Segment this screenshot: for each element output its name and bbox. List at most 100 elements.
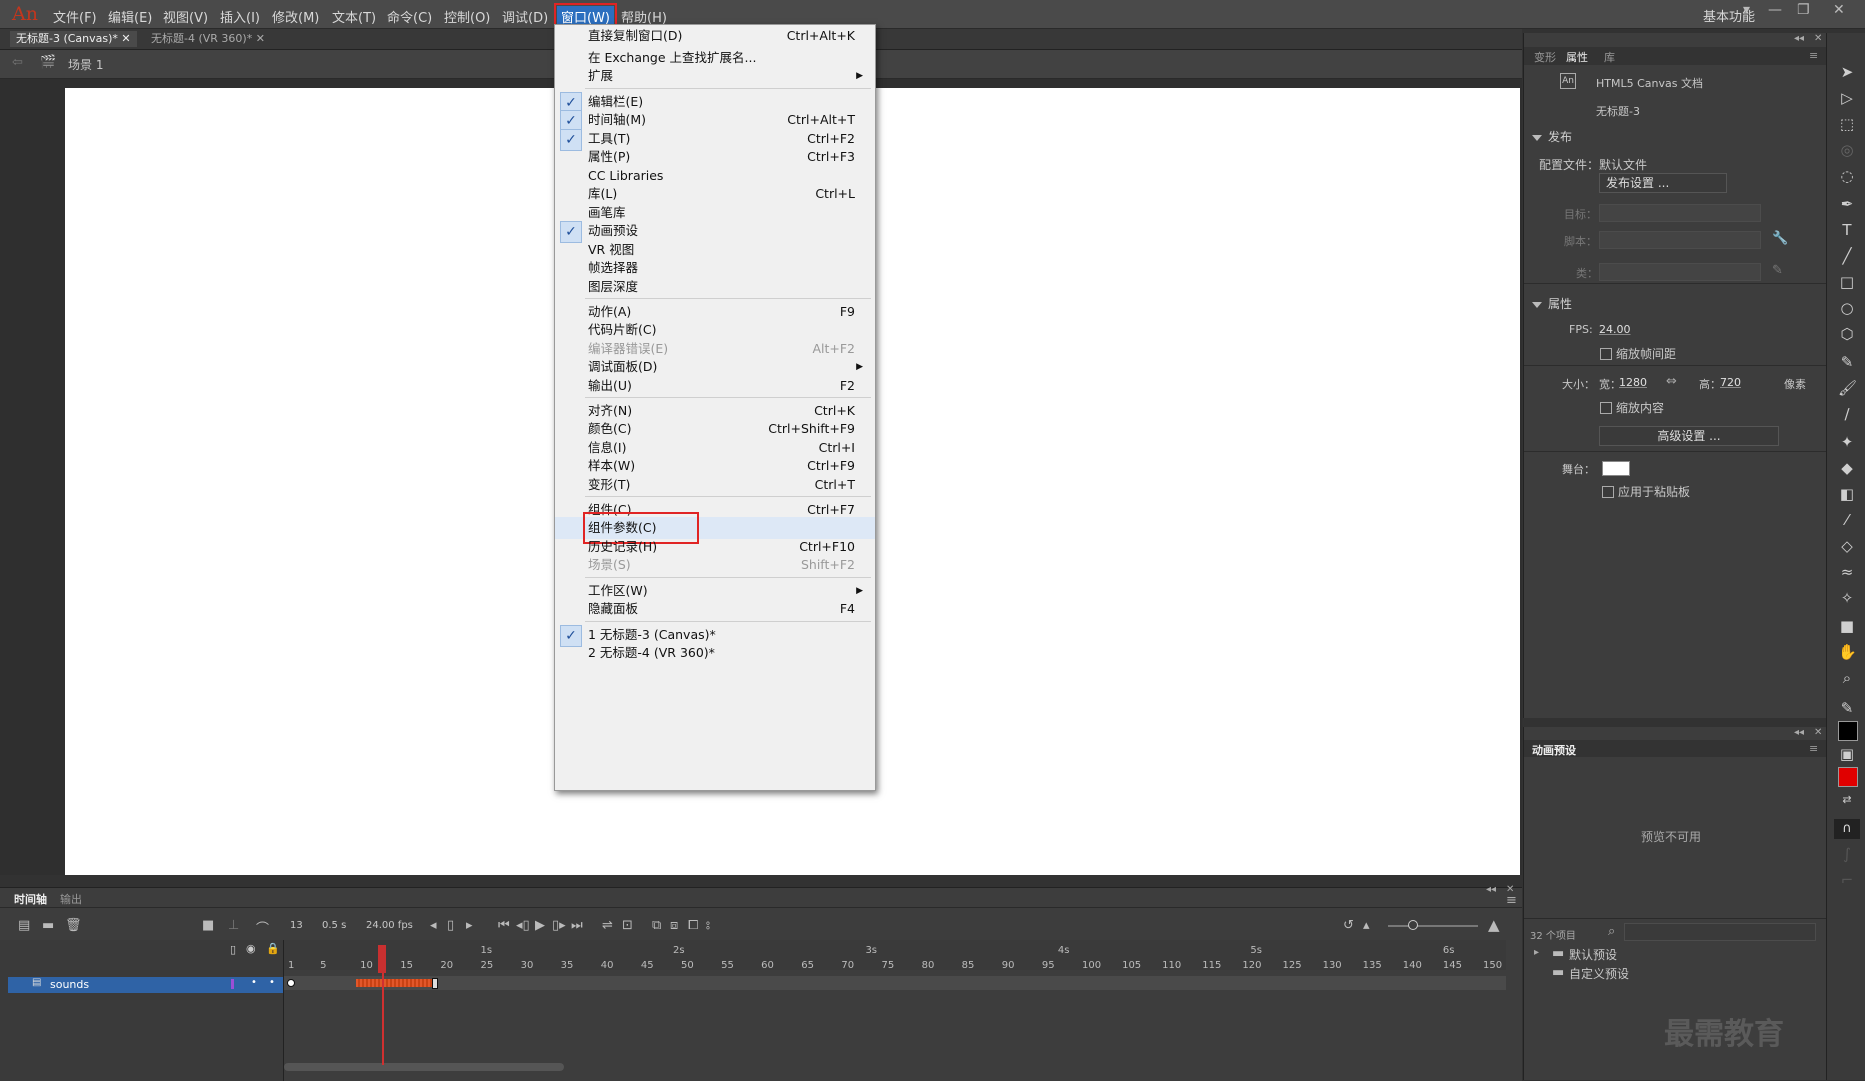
pasteboard-checkbox[interactable] bbox=[1602, 486, 1614, 498]
subselection-tool-icon[interactable]: ▷ bbox=[1838, 89, 1856, 107]
menu-file[interactable]: 文件(F) bbox=[49, 6, 101, 27]
scale-spans-checkbox[interactable] bbox=[1600, 348, 1612, 360]
last-frame-icon[interactable]: ⏭ bbox=[571, 918, 583, 933]
horizontal-scrollbar[interactable] bbox=[284, 1063, 564, 1071]
window-menu-item[interactable]: 输出(U) F2 bbox=[555, 375, 875, 397]
window-menu-item[interactable]: 2 无标题-4 (VR 360)* bbox=[555, 642, 875, 664]
graph-icon[interactable]: ⌒ bbox=[256, 918, 269, 937]
smooth-icon[interactable]: ∫ bbox=[1838, 845, 1856, 863]
collapse-icon[interactable]: ◂◂ bbox=[1794, 33, 1804, 44]
first-frame-icon[interactable]: ⏮ bbox=[498, 918, 510, 933]
window-menu-item[interactable]: 图层深度 bbox=[555, 276, 875, 298]
straighten-icon[interactable]: ⌐ bbox=[1838, 871, 1856, 889]
fps-value[interactable]: 24.00 bbox=[1599, 323, 1631, 336]
advanced-settings-button[interactable]: 高级设置 ... bbox=[1599, 426, 1779, 446]
width-tool-icon[interactable]: ≈ bbox=[1838, 563, 1856, 581]
onion-skin-icon[interactable]: ⧉ bbox=[652, 918, 661, 933]
zoom-slider[interactable] bbox=[1388, 925, 1478, 927]
reset-icon[interactable]: ↺ bbox=[1343, 918, 1354, 933]
menu-control[interactable]: 控制(O) bbox=[440, 6, 494, 27]
delete-icon[interactable]: 🗑 bbox=[65, 918, 82, 933]
camera-icon[interactable]: ■ bbox=[1838, 617, 1856, 635]
layer-row[interactable]: ▤ sounds • • bbox=[8, 977, 283, 993]
restore-icon[interactable]: ❐ bbox=[1797, 2, 1810, 18]
script-select[interactable] bbox=[1599, 231, 1761, 249]
menu-insert[interactable]: 插入(I) bbox=[216, 6, 264, 27]
menu-view[interactable]: 视图(V) bbox=[159, 6, 212, 27]
visibility-dot-icon[interactable]: • bbox=[251, 977, 257, 988]
lock-icon[interactable]: 🔒 bbox=[266, 942, 280, 955]
brush-tool-icon[interactable]: 🖌 bbox=[1838, 379, 1857, 397]
tab-doc-canvas[interactable]: 无标题-3 (Canvas)* ✕ bbox=[10, 31, 137, 47]
edit-multiple-icon[interactable]: ⧠ bbox=[688, 918, 698, 933]
hand-tool-icon[interactable]: ✋ bbox=[1838, 643, 1857, 661]
panel-menu-icon[interactable]: ≡ bbox=[1809, 49, 1818, 62]
eye-icon[interactable]: ◉ bbox=[246, 942, 256, 955]
oval-tool-icon[interactable]: ○ bbox=[1838, 299, 1856, 317]
properties-section[interactable]: 属性 bbox=[1524, 295, 1826, 315]
wrench-icon[interactable]: 🔧 bbox=[1772, 231, 1788, 246]
step-forward-icon[interactable]: ▯▸ bbox=[552, 918, 566, 933]
scene-label[interactable]: 场景 1 bbox=[68, 56, 103, 73]
close-icon[interactable]: ✕ bbox=[1814, 727, 1822, 738]
zoom-tool-icon[interactable]: ⌕ bbox=[1838, 669, 1856, 687]
tab-properties[interactable]: 属性 bbox=[1566, 49, 1588, 65]
menu-commands[interactable]: 命令(C) bbox=[383, 6, 436, 27]
tab-transform[interactable]: 变形 bbox=[1534, 49, 1556, 65]
ink-bottle-icon[interactable]: ◧ bbox=[1838, 485, 1856, 503]
frame-rate[interactable]: 24.00 fps bbox=[366, 920, 413, 931]
window-menu-item[interactable]: 变形(T) Ctrl+T bbox=[555, 474, 875, 496]
tab-library[interactable]: 库 bbox=[1604, 49, 1615, 65]
new-folder-icon[interactable]: ▬ bbox=[42, 918, 54, 933]
tab-timeline[interactable]: 时间轴 bbox=[14, 891, 47, 907]
fill-color-swatch[interactable] bbox=[1838, 767, 1858, 787]
close-icon[interactable]: ✕ bbox=[1814, 33, 1822, 44]
collapse-icon[interactable]: ◂◂ bbox=[1794, 727, 1804, 738]
line-tool-icon[interactable]: ╱ bbox=[1838, 247, 1856, 265]
swap-colors-icon[interactable]: ⇄ bbox=[1838, 791, 1856, 809]
close-icon[interactable]: ✕ bbox=[1833, 2, 1845, 18]
current-frame[interactable]: 13 bbox=[290, 920, 303, 931]
tab-doc-vr360[interactable]: 无标题-4 (VR 360)* ✕ bbox=[145, 31, 271, 47]
next-keyframe-icon[interactable]: ▸ bbox=[466, 918, 473, 933]
selection-tool-icon[interactable]: ➤ bbox=[1838, 63, 1856, 81]
panel-menu-icon[interactable]: ≡ bbox=[1809, 742, 1818, 755]
paint-brush-icon[interactable]: ∕ bbox=[1838, 405, 1856, 423]
frame-track[interactable] bbox=[284, 976, 1506, 990]
prev-keyframe-icon[interactable]: ◂ bbox=[430, 918, 437, 933]
lock-dot-icon[interactable]: • bbox=[269, 977, 275, 988]
onion-outline-icon[interactable]: ⧈ bbox=[670, 918, 678, 933]
step-back-icon[interactable]: ◂▯ bbox=[516, 918, 530, 933]
menu-text[interactable]: 文本(T) bbox=[328, 6, 380, 27]
zoom-out-icon[interactable]: ▴ bbox=[1363, 918, 1370, 933]
window-menu-item[interactable]: 场景(S) Shift+F2 bbox=[555, 554, 875, 576]
pencil-tool-icon[interactable]: ✎ bbox=[1838, 353, 1856, 371]
stage-color-swatch[interactable] bbox=[1602, 461, 1630, 476]
folder-custom-presets[interactable]: 自定义预设 bbox=[1569, 965, 1629, 982]
width-value[interactable]: 1280 bbox=[1619, 376, 1647, 389]
free-transform-icon[interactable]: ⬚ bbox=[1838, 115, 1856, 133]
search-input[interactable] bbox=[1624, 923, 1816, 941]
playhead[interactable] bbox=[378, 945, 386, 973]
scale-content-checkbox[interactable] bbox=[1600, 402, 1612, 414]
window-menu-item[interactable]: 直接复制窗口(D) Ctrl+Alt+K bbox=[555, 25, 875, 47]
camera-icon[interactable]: ■ bbox=[202, 918, 214, 933]
highlight-layers-icon[interactable]: ▯ bbox=[230, 943, 236, 956]
timeline-ruler[interactable]: 1 5 10 15 20 25 30 35 40 45 50 55 60 65 70 75 80 85 90 95 10… bbox=[284, 940, 1506, 971]
3d-rotation-icon[interactable]: ◎ bbox=[1838, 141, 1856, 159]
text-tool-icon[interactable]: T bbox=[1838, 221, 1856, 239]
height-value[interactable]: 720 bbox=[1720, 376, 1741, 389]
eraser-icon[interactable]: ◇ bbox=[1838, 537, 1856, 555]
tab-output[interactable]: 输出 bbox=[60, 891, 82, 907]
paint-bucket-icon[interactable]: ◆ bbox=[1838, 459, 1856, 477]
class-field[interactable] bbox=[1599, 263, 1761, 281]
chevron-down-icon[interactable]: ▾ bbox=[1743, 2, 1750, 18]
panel-menu-icon[interactable]: ≡ bbox=[1506, 893, 1517, 908]
menu-edit[interactable]: 编辑(E) bbox=[104, 6, 156, 27]
menu-debug[interactable]: 调试(D) bbox=[498, 6, 552, 27]
play-icon[interactable]: ▶ bbox=[535, 918, 545, 933]
bone-tool-icon[interactable]: ✦ bbox=[1838, 433, 1856, 451]
window-menu-item[interactable]: 隐藏面板 F4 bbox=[555, 598, 875, 620]
eyedropper-icon[interactable]: ⁄ bbox=[1838, 511, 1856, 529]
lasso-icon[interactable]: ◌ bbox=[1838, 167, 1856, 185]
